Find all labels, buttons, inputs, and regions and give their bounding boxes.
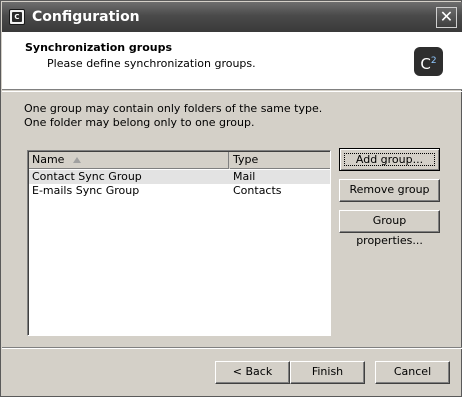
- row-type: Contacts: [233, 184, 282, 197]
- window-title: Configuration: [32, 9, 140, 25]
- header-divider: [2, 91, 462, 92]
- table-row[interactable]: Contact Sync Group Mail: [29, 170, 330, 184]
- close-icon: ✕: [439, 7, 454, 26]
- remove-group-button[interactable]: Remove group: [339, 179, 440, 202]
- add-group-button[interactable]: Add group...: [339, 148, 440, 171]
- app-icon[interactable]: C: [9, 9, 25, 25]
- configuration-dialog: C Configuration ✕ Synchronization groups…: [0, 0, 462, 397]
- footer-divider-highlight: [2, 348, 462, 349]
- column-header-name[interactable]: Name: [29, 152, 229, 169]
- cancel-button[interactable]: Cancel: [375, 361, 450, 384]
- row-name: E-mails Sync Group: [32, 184, 140, 197]
- sort-ascending-icon: [73, 157, 81, 163]
- page-subtitle: Please define synchronization groups.: [47, 57, 256, 70]
- row-type: Mail: [233, 170, 256, 183]
- table-row[interactable]: E-mails Sync Group Contacts: [29, 184, 330, 198]
- info-text-line-2: One folder may belong only to one group.: [24, 116, 255, 129]
- groups-list[interactable]: Name Type Contact Sync Group Mail E-mail…: [27, 150, 331, 336]
- page-title: Synchronization groups: [25, 41, 173, 54]
- row-name: Contact Sync Group: [32, 170, 142, 183]
- finish-button[interactable]: Finish: [290, 361, 365, 384]
- list-header: Name Type: [29, 152, 330, 169]
- back-button[interactable]: < Back: [215, 361, 290, 384]
- group-properties-button[interactable]: Group properties...: [339, 210, 440, 247]
- logo-letter: C: [420, 55, 431, 73]
- column-header-type[interactable]: Type: [230, 152, 330, 169]
- title-bar[interactable]: C Configuration ✕: [2, 2, 462, 32]
- logo-superscript: 2: [430, 56, 437, 66]
- c2-logo-icon: C2: [414, 47, 443, 76]
- close-button[interactable]: ✕: [436, 7, 457, 28]
- info-text-line-1: One group may contain only folders of th…: [24, 102, 323, 115]
- wizard-header: Synchronization groups Please define syn…: [2, 32, 462, 90]
